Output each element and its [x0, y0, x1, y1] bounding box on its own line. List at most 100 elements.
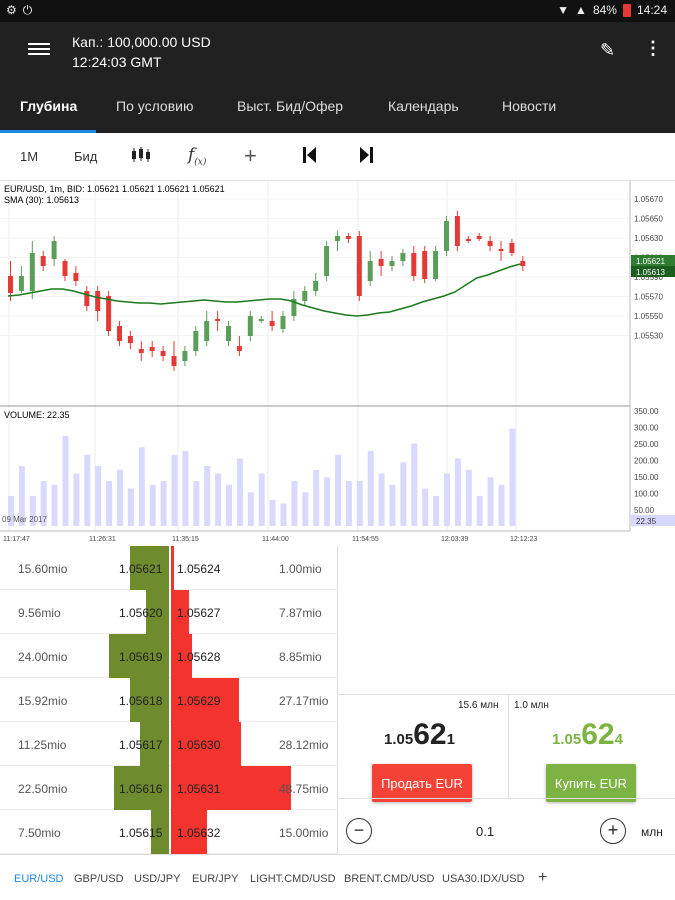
crosshair-icon[interactable]: +: [244, 143, 257, 169]
bid-price[interactable]: 1.05621: [119, 562, 162, 576]
tab-bid-offer[interactable]: Выст. Бид/Офер: [237, 98, 343, 114]
symbol-tab[interactable]: BRENT.CMD/USD: [344, 873, 434, 885]
ask-volume: 7.87mio: [279, 606, 322, 620]
battery-percent: 84%: [592, 3, 617, 17]
candle-body: [215, 319, 221, 321]
app-bar: Кап.: 100,000.00 USD 12:24:03 GMT ✎ ⋮: [0, 22, 675, 80]
ask-price[interactable]: 1.05627: [177, 606, 220, 620]
candle-body: [476, 236, 482, 239]
price-tick-label: 1.05670: [634, 195, 663, 204]
volume-tag: 22.35: [636, 517, 657, 526]
symbol-tab[interactable]: GBP/USD: [74, 873, 124, 885]
bid-price[interactable]: 1.05615: [119, 826, 162, 840]
candle-body: [400, 253, 406, 261]
volume-bar: [280, 503, 287, 526]
sma-tag: 1.05613: [636, 268, 665, 277]
volume-bar: [444, 473, 450, 526]
symbol-tab[interactable]: EUR/JPY: [192, 873, 238, 885]
candle-body: [356, 236, 362, 296]
volume-bar: [411, 443, 418, 526]
volume-bar: [247, 492, 254, 526]
candle-body: [411, 253, 417, 276]
order-book-row[interactable]: 15.92mio 1.05618 1.05629 27.17mio: [0, 678, 338, 722]
tab-calendar[interactable]: Календарь: [388, 98, 459, 114]
ask-price[interactable]: 1.05630: [177, 738, 220, 752]
ask-price[interactable]: 1.05624: [177, 562, 220, 576]
candle-body: [171, 356, 177, 366]
period-button[interactable]: 1M: [20, 149, 38, 164]
ask-volume: 27.17mio: [279, 694, 329, 708]
price-chart[interactable]: EUR/USD, 1m, BID: 1.05621 1.05621 1.0562…: [0, 181, 675, 546]
add-symbol-icon[interactable]: +: [538, 869, 547, 887]
symbol-tab[interactable]: EUR/USD: [14, 873, 64, 885]
ask-price[interactable]: 1.05632: [177, 826, 220, 840]
ask-price[interactable]: 1.05628: [177, 650, 220, 664]
volume-bar: [171, 454, 178, 526]
menu-icon[interactable]: [28, 40, 50, 60]
ask-volume: 1.00mio: [279, 562, 322, 576]
bid-price[interactable]: 1.05619: [119, 650, 162, 664]
bid-price[interactable]: 1.05618: [119, 694, 162, 708]
sell-price-prefix: 1.05: [384, 731, 414, 748]
candle-body: [138, 349, 144, 353]
buy-button[interactable]: Купить EUR: [546, 764, 636, 802]
order-book-row[interactable]: 15.60mio 1.05621 1.05624 1.00mio: [0, 546, 338, 590]
buy-price-big: 62: [581, 718, 615, 751]
indicator-function-icon[interactable]: f(x): [188, 145, 206, 167]
symbol-tab[interactable]: USA30.IDX/USD: [442, 873, 525, 885]
candles-icon[interactable]: [130, 146, 152, 167]
candle-body: [73, 273, 79, 281]
volume-bar: [84, 454, 91, 526]
sell-button[interactable]: Продать EUR: [372, 764, 472, 802]
increase-amount-button[interactable]: +: [600, 818, 626, 844]
buy-price[interactable]: 1.05624: [552, 718, 623, 752]
account-info: Кап.: 100,000.00 USD 12:24:03 GMT: [72, 32, 211, 72]
bid-volume: 7.50mio: [18, 826, 61, 840]
volume-bar: [269, 499, 276, 526]
symbol-tab[interactable]: LIGHT.CMD/USD: [250, 873, 336, 885]
order-book-row[interactable]: 22.50mio 1.05616 1.05631 48.75mio: [0, 766, 338, 810]
price-tick-label: 1.05570: [634, 293, 663, 302]
ask-price[interactable]: 1.05631: [177, 782, 220, 796]
candle-body: [269, 321, 275, 326]
buy-price-prefix: 1.05: [552, 731, 582, 748]
price-tick-label: 1.05550: [634, 312, 663, 321]
bid-price[interactable]: 1.05617: [119, 738, 162, 752]
tab-news[interactable]: Новости: [502, 98, 556, 114]
volume-bar: [335, 454, 341, 526]
time-tick-label: 11:54:55: [352, 536, 379, 543]
jump-end-icon[interactable]: [358, 145, 374, 168]
volume-bar: [498, 484, 505, 526]
tab-depth[interactable]: Глубина: [20, 98, 77, 114]
candle-body: [465, 239, 471, 241]
volume-bar: [138, 447, 145, 526]
candle-body: [389, 261, 395, 266]
decrease-amount-button[interactable]: −: [346, 818, 372, 844]
candle-body: [498, 249, 504, 251]
tab-bar: Глубина По условию Выст. Бид/Офер Календ…: [0, 80, 675, 133]
order-book-row[interactable]: 7.50mio 1.05615 1.05632 15.00mio: [0, 810, 338, 854]
sell-price[interactable]: 1.05621: [384, 718, 455, 752]
more-icon[interactable]: ⋮: [644, 38, 662, 59]
bid-price[interactable]: 1.05620: [119, 606, 162, 620]
ask-price[interactable]: 1.05629: [177, 694, 220, 708]
amount-divider: [338, 798, 675, 799]
amount-value[interactable]: 0.1: [476, 824, 494, 839]
volume-tick-label: 200.00: [634, 457, 659, 466]
candle-body: [422, 251, 428, 279]
candle-body: [520, 261, 526, 266]
symbol-tab[interactable]: USD/JPY: [134, 873, 180, 885]
edit-icon[interactable]: ✎: [600, 40, 615, 61]
order-book-row[interactable]: 24.00mio 1.05619 1.05628 8.85mio: [0, 634, 338, 678]
clock: 14:24: [636, 3, 667, 17]
capital-label: Кап.: 100,000.00 USD: [72, 34, 211, 50]
bid-price[interactable]: 1.05616: [119, 782, 162, 796]
order-book-row[interactable]: 11.25mio 1.05617 1.05630 28.12mio: [0, 722, 338, 766]
order-book-row[interactable]: 9.56mio 1.05620 1.05627 7.87mio: [0, 590, 338, 634]
jump-start-icon[interactable]: [302, 145, 318, 168]
chart-info-line1: EUR/USD, 1m, BID: 1.05621 1.05621 1.0562…: [4, 184, 225, 194]
price-type-button[interactable]: Бид: [74, 149, 97, 164]
tab-conditional[interactable]: По условию: [116, 98, 193, 114]
candle-body: [335, 236, 340, 241]
candle-body: [51, 241, 57, 259]
